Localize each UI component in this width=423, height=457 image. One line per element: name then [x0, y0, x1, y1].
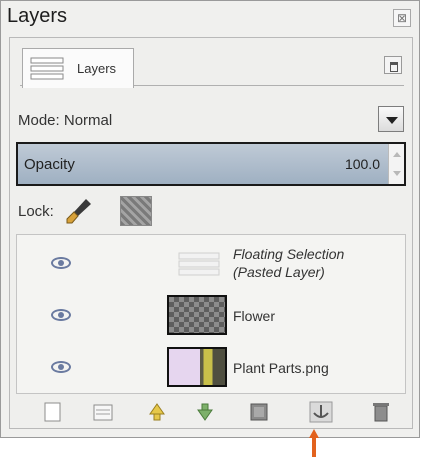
lock-label: Lock: [18, 203, 54, 220]
tab-label: Layers [77, 61, 117, 76]
opacity-value: 100.0 [344, 156, 380, 172]
callout-arrow-stem [312, 437, 316, 457]
layers-dock-window: Layers ⊠ Layers Mode: Normal Opacity 100… [0, 0, 420, 438]
visibility-eye-icon[interactable] [51, 309, 71, 321]
spin-down-icon[interactable] [393, 171, 401, 176]
layer-name: Plant Parts.png [233, 360, 329, 376]
layer-name: Flower [233, 308, 276, 324]
layer-name-line1: Floating Selection [233, 246, 345, 262]
new-layer-group-icon[interactable] [90, 400, 116, 424]
duplicate-layer-icon[interactable] [246, 400, 272, 424]
mode-selector[interactable]: Mode: Normal [18, 112, 112, 129]
new-layer-icon[interactable] [40, 400, 66, 424]
lock-alpha-icon[interactable] [120, 196, 152, 226]
tab-layers[interactable]: Layers [22, 48, 134, 88]
tab-strip: Layers [20, 44, 404, 88]
layers-tab-icon [30, 57, 64, 80]
mode-dropdown-button[interactable] [378, 106, 404, 132]
layer-name: Floating Selection (Pasted Layer) [233, 245, 344, 281]
layer-row[interactable]: Plant Parts.png [17, 343, 405, 393]
raise-layer-icon[interactable] [144, 400, 170, 424]
plant-parts-thumbnail [167, 347, 227, 387]
lower-layer-icon[interactable] [192, 400, 218, 424]
mode-label: Mode: [18, 112, 60, 129]
window-title: Layers [7, 5, 68, 27]
opacity-label: Opacity [24, 156, 75, 173]
opacity-slider[interactable]: Opacity 100.0 [16, 142, 406, 186]
visibility-eye-icon[interactable] [51, 361, 71, 373]
anchor-layer-icon[interactable] [308, 400, 334, 424]
delete-layer-icon[interactable] [368, 400, 394, 424]
layers-list: Floating Selection (Pasted Layer) Flower… [16, 234, 406, 394]
close-icon[interactable]: ⊠ [393, 9, 411, 27]
visibility-eye-icon[interactable] [51, 257, 71, 269]
layer-row[interactable]: Flower [17, 291, 405, 341]
lock-pixels-brush-icon[interactable] [64, 196, 94, 226]
transparent-checker-thumbnail [167, 295, 227, 335]
layers-panel: Layers Mode: Normal Opacity 100.0 Lock: [9, 37, 413, 429]
opacity-spin-buttons[interactable] [388, 144, 404, 184]
tab-menu-icon[interactable] [384, 56, 402, 74]
layer-row[interactable]: Floating Selection (Pasted Layer) [17, 239, 405, 289]
floating-selection-thumbnail [178, 252, 220, 276]
layer-name-line2: (Pasted Layer) [233, 264, 325, 280]
title-bar: Layers ⊠ [1, 1, 419, 35]
mode-value: Normal [63, 112, 113, 129]
layer-actions-bar [16, 400, 406, 426]
spin-up-icon[interactable] [393, 152, 401, 157]
